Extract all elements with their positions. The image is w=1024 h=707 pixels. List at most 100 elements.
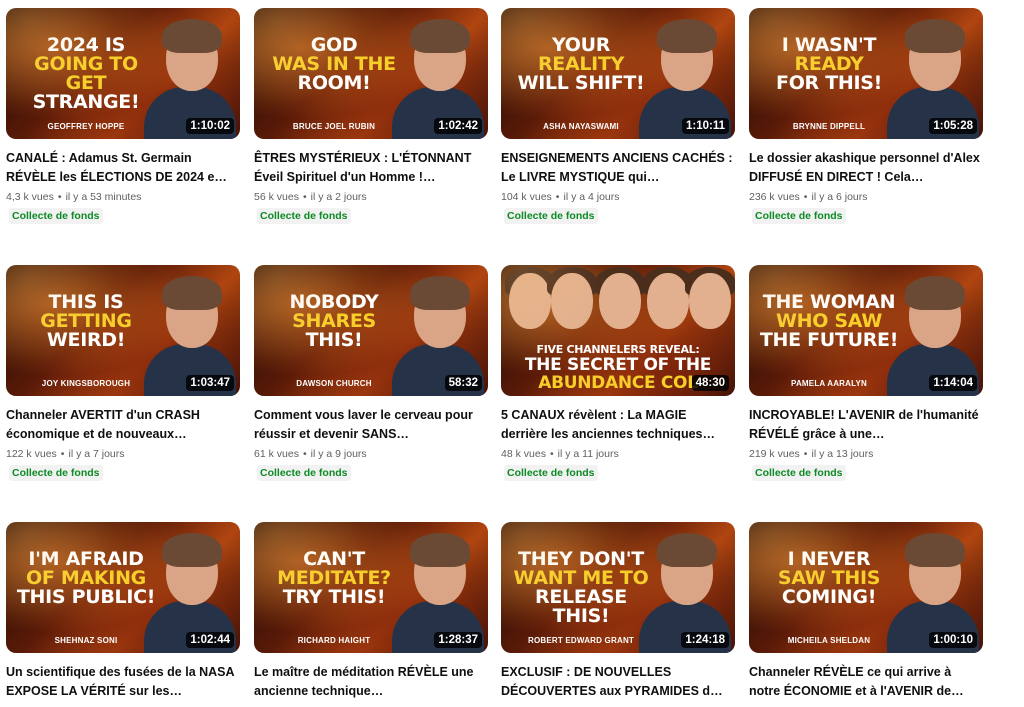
video-duration: 1:03:47 [186,375,234,391]
video-duration: 1:05:28 [929,118,977,134]
video-duration: 1:10:11 [681,118,729,134]
view-count: 122 k vues [6,448,57,460]
video-title[interactable]: Le maître de méditation RÉVÈLE une ancie… [254,663,488,701]
thumbnail-headline: THIS IS GETTING WEIRD! [12,293,160,350]
speaker-name: PAMELA AARALYN [791,379,867,388]
speaker-name: BRYNNE DIPPELL [792,122,866,131]
video-title[interactable]: EXCLUSIF : DE NOUVELLES DÉCOUVERTES aux … [501,663,735,701]
video-thumbnail[interactable]: THEY DON'T WANT ME TO RELEASE THIS! ROBERT… [501,522,735,653]
video-card[interactable]: I NEVER SAW THIS COMING! MICHEILA SHELDAN … [749,522,983,701]
view-count: 4,3 k vues [6,191,54,203]
headline-line: RELEASE THIS! [535,586,627,627]
video-card[interactable]: THIS IS GETTING WEIRD! JOY KINGSBOROUGH 1:… [6,265,240,481]
upload-age: il y a 2 jours [310,191,367,203]
headline-line: WEIRD! [46,329,126,351]
thumbnail-headline: GOD WAS IN THE ROOM! [260,36,408,93]
view-count: 219 k vues [749,448,800,460]
video-thumbnail[interactable]: I WASN'T READY FOR THIS! BRYNNE DIPPELL 1:… [749,8,983,139]
video-meta: 4,3 k vues • il y a 53 minutes [6,189,240,205]
video-card[interactable]: CAN'T MEDITATE? TRY THIS! RICHARD HAIGHT 1… [254,522,488,701]
upload-age: il y a 6 jours [811,191,868,203]
video-thumbnail[interactable]: I'M AFRAID OF MAKING THIS PUBLIC! SHEHNAZ … [6,522,240,653]
video-card[interactable]: 2024 IS GOING TO GET STRANGE! GEOFFREY HOP… [6,8,240,224]
fundraiser-badge[interactable]: Collecte de fonds [257,208,351,224]
meta-separator: • [555,191,560,203]
video-duration: 1:02:42 [434,118,482,134]
view-count: 236 k vues [749,191,800,203]
view-count: 56 k vues [254,191,299,203]
video-meta: 104 k vues • il y a 4 jours [501,189,735,205]
video-duration: 1:00:10 [929,632,977,648]
speaker-name: GEOFFREY HOPPE [47,122,125,131]
video-card[interactable]: GOD WAS IN THE ROOM! BRUCE JOEL RUBIN 1:02… [254,8,488,224]
video-card[interactable]: I'M AFRAID OF MAKING THIS PUBLIC! SHEHNAZ … [6,522,240,701]
meta-separator: • [57,191,62,203]
headline-line: ROOM! [297,72,371,94]
video-duration: 1:28:37 [434,632,482,648]
upload-age: il y a 9 jours [310,448,367,460]
video-card[interactable]: THE WOMAN WHO SAW THE FUTURE! PAMELA AARAL… [749,265,983,481]
headline-line: TRY THIS! [282,586,386,608]
thumbnail-headline: NOBODY SHARES THIS! [260,293,408,350]
video-card[interactable]: FIVE CHANNELERS REVEAL: THE SECRET OF THE… [501,265,735,481]
video-title[interactable]: CANALÉ : Adamus St. Germain RÉVÈLE les É… [6,149,240,187]
headline-line: FOR THIS! [776,72,882,94]
speaker-name: SHEHNAZ SONI [54,636,118,645]
video-thumbnail[interactable]: FIVE CHANNELERS REVEAL: THE SECRET OF THE… [501,265,735,396]
video-thumbnail[interactable]: NOBODY SHARES THIS! DAWSON CHURCH 58:32 [254,265,488,396]
video-thumbnail[interactable]: YOUR REALITY WILL SHIFT! ASHA NAYASWAMI 1:… [501,8,735,139]
video-title[interactable]: INCROYABLE! L'AVENIR de l'humanité RÉVÉL… [749,406,983,444]
thumbnail-headline: I'M AFRAID OF MAKING THIS PUBLIC! [12,550,160,607]
video-title[interactable]: Channeler AVERTIT d'un CRASH économique … [6,406,240,444]
fundraiser-badge[interactable]: Collecte de fonds [9,208,103,224]
fundraiser-badge[interactable]: Collecte de fonds [752,208,846,224]
view-count: 61 k vues [254,448,299,460]
video-card[interactable]: YOUR REALITY WILL SHIFT! ASHA NAYASWAMI 1:… [501,8,735,224]
speaker-name: RICHARD HAIGHT [297,636,371,645]
video-thumbnail[interactable]: 2024 IS GOING TO GET STRANGE! GEOFFREY HOP… [6,8,240,139]
speaker-name: JOY KINGSBOROUGH [41,379,131,388]
video-title[interactable]: Channeler RÉVÈLE ce qui arrive à notre É… [749,663,983,701]
headline-line: STRANGE! [32,91,140,113]
video-meta: 61 k vues • il y a 9 jours [254,446,488,462]
headline-line: WILL SHIFT! [517,72,645,94]
fundraiser-badge[interactable]: Collecte de fonds [257,465,351,481]
video-title[interactable]: Comment vous laver le cerveau pour réuss… [254,406,488,444]
fundraiser-badge[interactable]: Collecte de fonds [504,208,598,224]
upload-age: il y a 13 jours [811,448,874,460]
video-thumbnail[interactable]: I NEVER SAW THIS COMING! MICHEILA SHELDAN … [749,522,983,653]
meta-separator: • [549,448,554,460]
video-title[interactable]: Un scientifique des fusées de la NASA EX… [6,663,240,701]
video-meta: 219 k vues • il y a 13 jours [749,446,983,462]
meta-separator: • [60,448,65,460]
fundraiser-badge[interactable]: Collecte de fonds [9,465,103,481]
video-title[interactable]: ÊTRES MYSTÉRIEUX : L'ÉTONNANT Éveil Spir… [254,149,488,187]
video-title[interactable]: ENSEIGNEMENTS ANCIENS CACHÉS : Le LIVRE … [501,149,735,187]
video-card[interactable]: NOBODY SHARES THIS! DAWSON CHURCH 58:32 Co… [254,265,488,481]
speaker-name: BRUCE JOEL RUBIN [292,122,376,131]
video-thumbnail[interactable]: THE WOMAN WHO SAW THE FUTURE! PAMELA AARAL… [749,265,983,396]
upload-age: il y a 11 jours [557,448,619,460]
speaker-name: DAWSON CHURCH [296,379,372,388]
video-thumbnail[interactable]: THIS IS GETTING WEIRD! JOY KINGSBOROUGH 1:… [6,265,240,396]
video-title[interactable]: 5 CANAUX révèlent : La MAGIE derrière le… [501,406,735,444]
video-card[interactable]: I WASN'T READY FOR THIS! BRYNNE DIPPELL 1:… [749,8,983,224]
video-meta: 48 k vues • il y a 11 jours [501,446,735,462]
video-card[interactable]: THEY DON'T WANT ME TO RELEASE THIS! ROBERT… [501,522,735,701]
video-duration: 1:10:02 [186,118,234,134]
thumbnail-headline: CAN'T MEDITATE? TRY THIS! [260,550,408,607]
upload-age: il y a 53 minutes [65,191,142,203]
video-title[interactable]: Le dossier akashique personnel d'Alex DI… [749,149,983,187]
video-duration: 48:30 [691,375,729,391]
fundraiser-badge[interactable]: Collecte de fonds [752,465,846,481]
view-count: 104 k vues [501,191,552,203]
video-thumbnail[interactable]: CAN'T MEDITATE? TRY THIS! RICHARD HAIGHT 1… [254,522,488,653]
video-meta: 122 k vues • il y a 7 jours [6,446,240,462]
video-meta: 236 k vues • il y a 6 jours [749,189,983,205]
thumbnail-headline: THEY DON'T WANT ME TO RELEASE THIS! [507,550,655,626]
video-thumbnail[interactable]: GOD WAS IN THE ROOM! BRUCE JOEL RUBIN 1:02… [254,8,488,139]
thumbnail-headline: 2024 IS GOING TO GET STRANGE! [12,36,160,112]
fundraiser-badge[interactable]: Collecte de fonds [504,465,598,481]
upload-age: il y a 4 jours [563,191,620,203]
speaker-name: ASHA NAYASWAMI [543,122,619,131]
